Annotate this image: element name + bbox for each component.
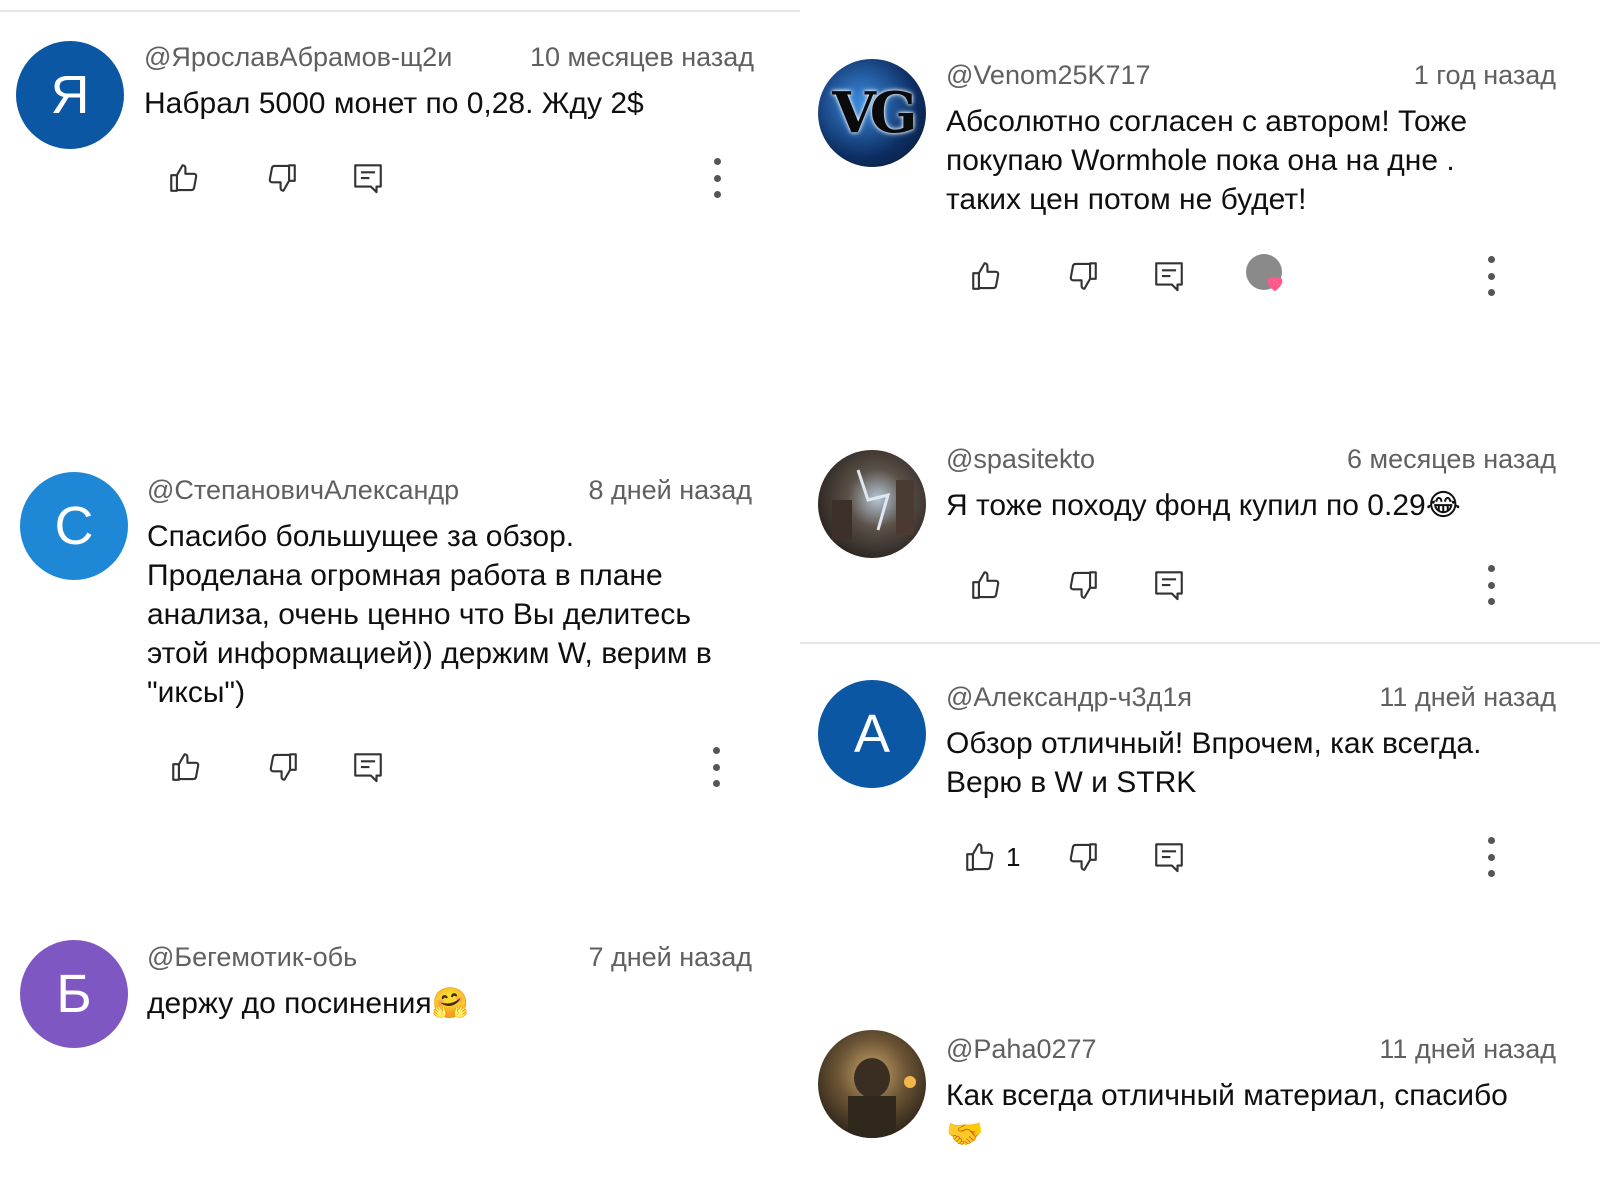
dislike-button[interactable]: [1063, 565, 1103, 605]
avatar[interactable]: VG: [818, 59, 926, 167]
dislike-button[interactable]: [263, 747, 303, 787]
reply-icon: [354, 164, 382, 194]
photo-avatar-icon: [832, 469, 914, 540]
reply-button[interactable]: [1149, 256, 1189, 296]
comment-text: Обзор отличный! Впрочем, как всегда. Вер…: [946, 727, 1482, 799]
thumb-down-icon: [268, 164, 296, 192]
thumb-down-icon: [1069, 571, 1097, 599]
comment-time: 7 дней назад: [588, 942, 752, 972]
reply-icon: [354, 753, 382, 783]
comment-time: 11 дней назад: [1379, 682, 1556, 712]
avatar[interactable]: [818, 450, 926, 558]
comment-author[interactable]: @Бегемотик-обь: [147, 942, 357, 973]
comment-author[interactable]: @СтепановичАлександр: [147, 475, 459, 506]
more-options-button[interactable]: [707, 154, 727, 202]
dislike-button[interactable]: [1063, 256, 1103, 296]
like-button[interactable]: [166, 747, 206, 787]
avatar[interactable]: [818, 1030, 926, 1138]
photo-avatar-icon: [848, 1058, 916, 1138]
comment-text: Я тоже походу фонд купил по 0.29😂: [946, 489, 1461, 522]
comment-author[interactable]: @Venom25K717: [946, 60, 1151, 91]
section-divider: [800, 642, 1600, 644]
thumb-down-icon: [1069, 843, 1097, 871]
more-options-button[interactable]: [1481, 833, 1501, 881]
thumb-down-icon: [269, 753, 297, 781]
more-options-button[interactable]: [1481, 561, 1501, 609]
like-button[interactable]: [966, 565, 1006, 605]
reply-icon: [1155, 262, 1183, 292]
avatar[interactable]: А: [818, 680, 926, 788]
reply-icon: [1155, 571, 1183, 601]
more-options-button[interactable]: [706, 743, 726, 791]
comment-card: VG @Venom25K717 1 год назад Абсолютно со…: [800, 0, 1600, 420]
thumb-down-icon: [1069, 262, 1097, 290]
comment-author[interactable]: @Александр-ч3д1я: [946, 682, 1192, 713]
dislike-button[interactable]: [1063, 837, 1103, 877]
thumb-up-icon: [966, 843, 994, 871]
comment-card: Б @Бегемотик-обь 7 дней назад держу до п…: [0, 900, 800, 1200]
comment-card: @Paha0277 11 дней назад Как всегда отлич…: [800, 1010, 1600, 1200]
creator-heart-badge: [1246, 254, 1286, 294]
thumb-up-icon: [972, 571, 1000, 599]
comment-text: Спасибо большущее за обзор. Проделана ог…: [147, 520, 712, 709]
comment-card: А @Александр-ч3д1я 11 дней назад Обзор о…: [800, 660, 1600, 920]
dislike-button[interactable]: [262, 158, 302, 198]
comment-card: @spasitekto 6 месяцев назад Я тоже поход…: [800, 440, 1600, 640]
comment-time: 6 месяцев назад: [1346, 444, 1556, 474]
like-button[interactable]: [164, 158, 204, 198]
reply-button[interactable]: [1149, 565, 1189, 605]
comment-time: 10 месяцев назад: [529, 42, 754, 72]
avatar-letter: Я: [50, 65, 90, 125]
avatar[interactable]: С: [20, 472, 128, 580]
avatar-letter: С: [54, 496, 94, 556]
heart-icon: [1267, 277, 1283, 292]
comment-text: Как всегда отличный материал, спасибо 🤝: [946, 1079, 1508, 1151]
comment-time: 8 дней назад: [588, 475, 752, 505]
comment-card: Я @ЯрославАбрамов-щ2и 10 месяцев назад Н…: [0, 0, 800, 420]
more-options-button[interactable]: [1481, 252, 1501, 300]
comment-time: 1 год назад: [1413, 60, 1556, 90]
reply-button[interactable]: [348, 747, 388, 787]
thumb-up-icon: [172, 753, 200, 781]
reply-icon: [1155, 843, 1183, 873]
comment-author[interactable]: @spasitekto: [946, 444, 1095, 475]
comment-text: Набрал 5000 монет по 0,28. Жду 2$: [144, 87, 644, 120]
comment-author[interactable]: @ЯрославАбрамов-щ2и: [144, 42, 452, 73]
like-count: 1: [1006, 842, 1021, 872]
comment-card: С @СтепановичАлександр 8 дней назад Спас…: [0, 440, 800, 880]
comment-text: держу до посинения🤗: [147, 987, 470, 1020]
avatar[interactable]: Б: [20, 940, 128, 1048]
comment-author[interactable]: @Paha0277: [946, 1034, 1097, 1065]
thumb-up-icon: [170, 164, 198, 192]
avatar-letter: А: [853, 704, 891, 764]
like-button[interactable]: [960, 837, 1000, 877]
like-button[interactable]: [966, 256, 1006, 296]
avatar[interactable]: Я: [16, 41, 124, 149]
comment-time: 11 дней назад: [1379, 1034, 1556, 1064]
avatar-monogram: VG: [832, 80, 917, 146]
reply-button[interactable]: [348, 158, 388, 198]
avatar-letter: Б: [56, 964, 92, 1024]
thumb-up-icon: [972, 262, 1000, 290]
comment-text: Абсолютно согласен с автором! Тоже покуп…: [946, 105, 1468, 216]
reply-button[interactable]: [1149, 837, 1189, 877]
